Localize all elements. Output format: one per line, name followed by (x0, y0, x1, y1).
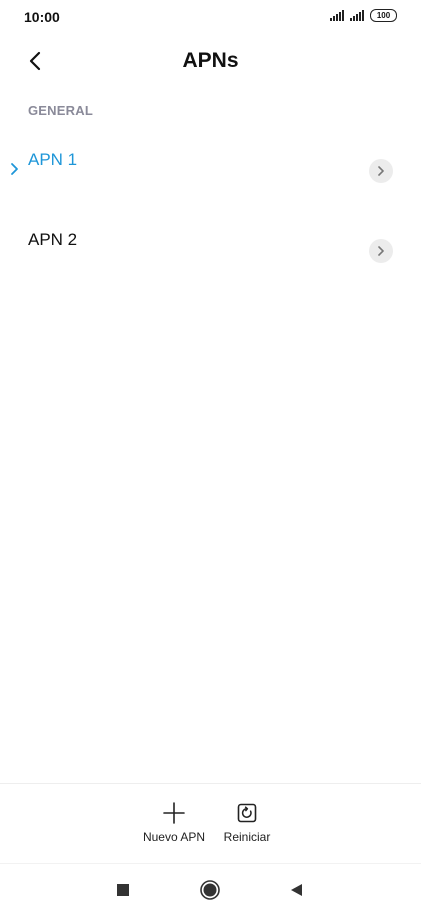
chevron-right-icon (378, 166, 384, 176)
apn-label: APN 1 (28, 150, 78, 169)
reset-icon (237, 803, 257, 823)
square-icon (117, 884, 129, 896)
chevron-right-icon (378, 246, 384, 256)
selected-marker-icon (11, 163, 18, 175)
apn-item-2[interactable]: APN 2 (0, 211, 421, 291)
status-bar: 10:00 100 (0, 0, 421, 34)
reset-button[interactable]: Reiniciar (207, 799, 287, 844)
apn-item-1[interactable]: APN 1 (0, 131, 421, 211)
plus-icon (163, 802, 185, 824)
battery-icon: 100 (370, 9, 397, 22)
home-button[interactable] (198, 878, 222, 902)
nav-back-button[interactable] (284, 878, 308, 902)
header: APNs (0, 36, 421, 86)
page-title: APNs (182, 49, 239, 72)
section-header: GENERAL (28, 103, 93, 118)
circle-icon (200, 880, 220, 900)
battery-level: 100 (376, 10, 391, 20)
status-time: 10:00 (24, 9, 60, 25)
signal-icon (330, 10, 344, 21)
reset-label: Reiniciar (223, 830, 271, 844)
new-apn-button[interactable]: Nuevo APN (134, 799, 214, 844)
signal-icon-2 (350, 10, 364, 21)
action-bar: Nuevo APN Reiniciar (0, 783, 421, 863)
recents-button[interactable] (111, 878, 135, 902)
apn-1-detail-button[interactable] (369, 159, 393, 183)
new-apn-label: Nuevo APN (142, 830, 206, 844)
status-icons: 100 (330, 9, 397, 22)
triangle-left-icon (291, 884, 302, 896)
apn-2-detail-button[interactable] (369, 239, 393, 263)
apn-settings-screen: 10:00 100 APNs GENERAL APN 1 APN 2 Nuevo… (0, 0, 421, 914)
apn-label: APN 2 (28, 230, 78, 249)
navigation-bar (0, 863, 421, 914)
